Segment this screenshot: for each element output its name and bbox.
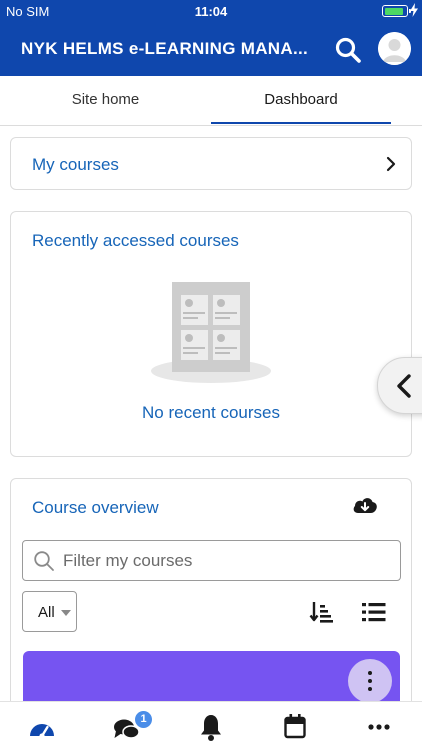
- course-options-button[interactable]: [348, 659, 392, 703]
- main-tabs: Site home Dashboard: [0, 76, 422, 126]
- recent-courses-title: Recently accessed courses: [32, 231, 239, 250]
- clock: 11:04: [194, 4, 228, 19]
- recent-courses-card: Recently accessed courses No recent cour…: [10, 211, 412, 457]
- course-filter-input[interactable]: [63, 547, 383, 575]
- sort-icon[interactable]: [309, 600, 333, 624]
- app-header: NYK HELMS e-LEARNING MANA...: [0, 22, 422, 76]
- list-view-icon[interactable]: [362, 601, 386, 623]
- user-icon: [378, 32, 411, 65]
- cloud-download-icon[interactable]: [352, 495, 378, 517]
- site-title: NYK HELMS e-LEARNING MANA...: [21, 39, 309, 58]
- my-courses-link[interactable]: My courses: [32, 155, 119, 175]
- chevron-right-icon: [386, 156, 396, 172]
- course-filter-field[interactable]: [22, 540, 401, 581]
- bottom-navigation: 1: [0, 701, 422, 750]
- tab-dashboard-label: Dashboard: [264, 91, 338, 108]
- user-avatar[interactable]: [378, 32, 411, 65]
- search-icon: [34, 551, 54, 571]
- tab-dashboard[interactable]: Dashboard: [211, 76, 391, 126]
- empty-courses-illustration: [151, 282, 271, 383]
- course-overview-title: Course overview: [32, 498, 159, 517]
- my-courses-card[interactable]: My courses: [10, 137, 412, 190]
- notifications-bell-icon[interactable]: [200, 712, 222, 742]
- messages-badge: 1: [135, 711, 152, 728]
- status-bar: No SIM 11:04: [0, 0, 422, 22]
- search-icon[interactable]: [334, 36, 362, 64]
- chevron-left-icon: [397, 374, 411, 398]
- calendar-icon[interactable]: [284, 712, 306, 742]
- battery-icon: [382, 5, 411, 17]
- charging-icon: [410, 3, 418, 17]
- more-options-icon[interactable]: [368, 712, 390, 742]
- active-tab-indicator: [211, 122, 391, 124]
- tab-site-home[interactable]: Site home: [0, 76, 211, 126]
- course-status-select[interactable]: All: [22, 591, 77, 632]
- battery-level: [384, 7, 403, 15]
- course-status-value: All: [38, 604, 55, 621]
- dropdown-caret-icon: [61, 610, 71, 616]
- empty-state-message: No recent courses: [142, 403, 280, 422]
- dashboard-gauge-icon[interactable]: [28, 712, 56, 742]
